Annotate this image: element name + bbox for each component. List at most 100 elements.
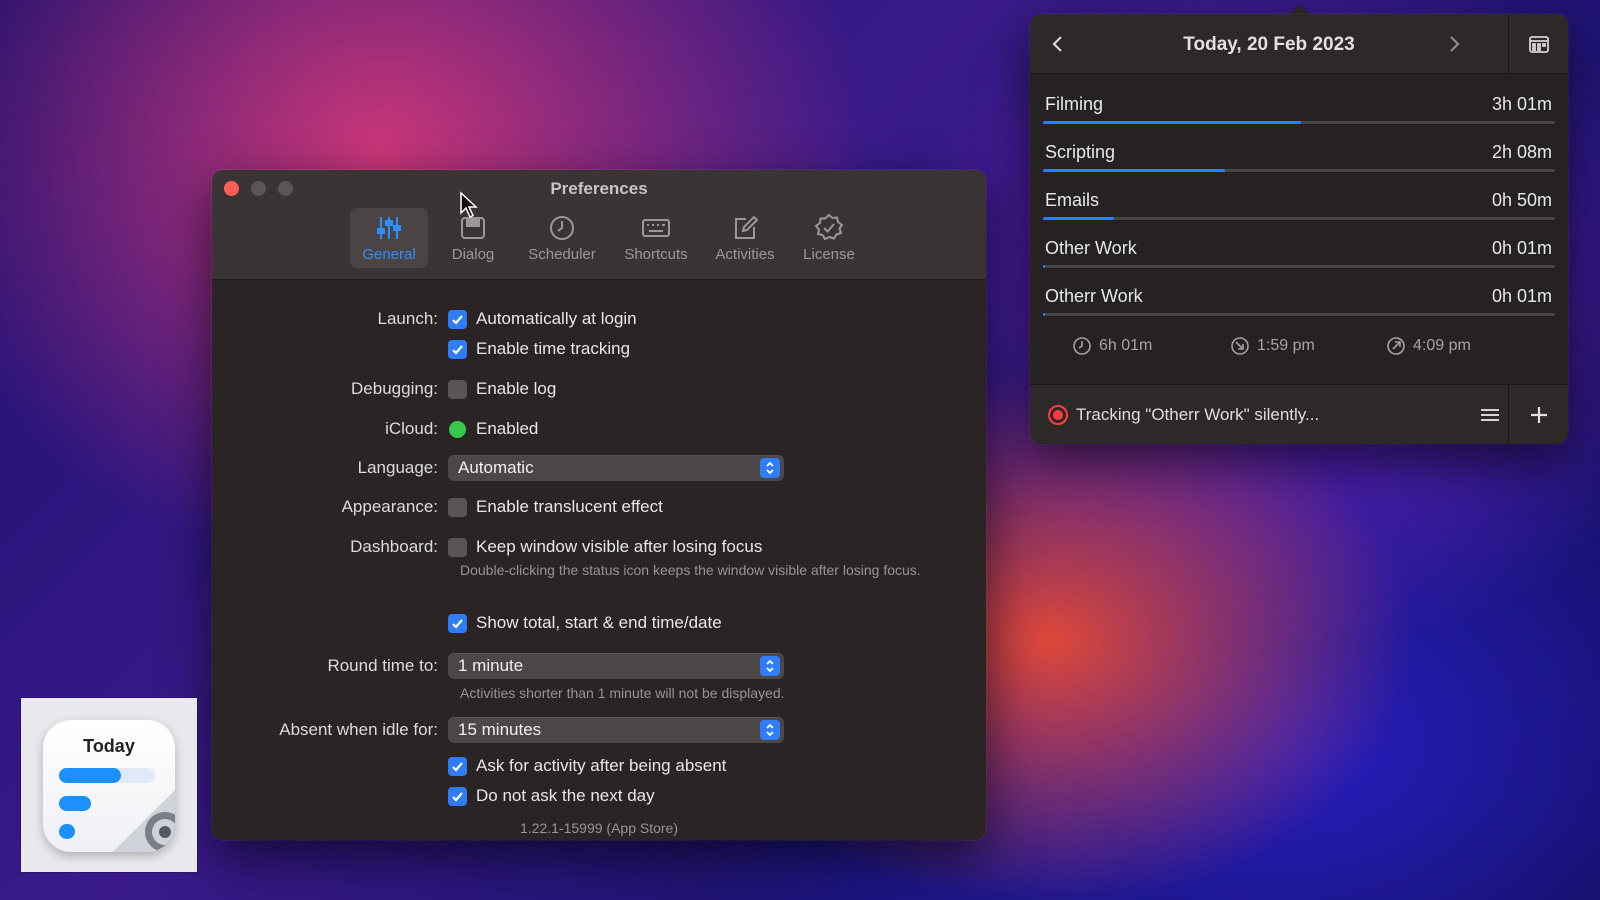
checkmark-icon xyxy=(448,756,467,776)
checkmark-icon xyxy=(448,339,467,359)
tab-scheduler[interactable]: Scheduler xyxy=(518,208,606,268)
round-time-hint: Activities shorter than 1 minute will no… xyxy=(460,685,785,701)
not-next-day-checkbox[interactable]: Do not ask the next day xyxy=(448,786,655,806)
time-tracking-checkbox[interactable]: Enable time tracking xyxy=(448,339,630,359)
activity-name: Scripting xyxy=(1045,142,1116,162)
icloud-label: iCloud: xyxy=(385,419,438,438)
translucent-checkbox[interactable]: Enable translucent effect xyxy=(448,497,663,517)
activity-name: Otherr Work xyxy=(1045,286,1143,306)
tab-general[interactable]: General xyxy=(350,208,428,268)
activity-duration: 0h 50m xyxy=(1491,190,1552,210)
activity-duration: 3h 01m xyxy=(1491,94,1552,114)
mouse-cursor-icon xyxy=(460,191,478,219)
end-time-text: 4:09 pm xyxy=(1413,337,1471,354)
activity-row[interactable]: Other Work 0h 01m xyxy=(1043,238,1555,268)
activity-progress-bar xyxy=(1043,121,1555,124)
today-app-icon: Today xyxy=(43,720,175,852)
activity-progress-fill xyxy=(1043,169,1226,172)
translucent-text: Enable translucent effect xyxy=(476,497,663,516)
total-time-text: 6h 01m xyxy=(1099,337,1153,354)
absent-idle-select[interactable]: 15 minutes xyxy=(448,717,784,743)
activity-progress-fill xyxy=(1043,313,1045,316)
auto-login-checkbox[interactable]: Automatically at login xyxy=(448,309,637,329)
clock-icon xyxy=(1073,337,1091,355)
tab-activities[interactable]: Activities xyxy=(706,208,784,268)
date-title: Today, 20 Feb 2023 xyxy=(1183,34,1355,55)
activity-row[interactable]: Emails 0h 50m xyxy=(1043,190,1555,220)
icloud-status-text: Enabled xyxy=(476,419,539,438)
gear-icon xyxy=(113,790,175,852)
absent-idle-value: 15 minutes xyxy=(458,720,542,739)
plus-icon xyxy=(1530,407,1547,423)
launch-label: Launch: xyxy=(377,309,439,328)
activity-progress-fill xyxy=(1043,121,1301,124)
activity-progress-fill xyxy=(1043,265,1045,268)
chevron-right-icon xyxy=(1450,36,1460,52)
tab-license[interactable]: License xyxy=(790,208,868,268)
sliders-icon xyxy=(377,217,401,239)
time-tracking-text: Enable time tracking xyxy=(476,339,631,358)
end-time: 4:09 pm xyxy=(1386,336,1471,356)
ask-after-absent-text: Ask for activity after being absent xyxy=(476,756,727,775)
checkmark-icon xyxy=(448,786,467,806)
activity-row[interactable]: Scripting 2h 08m xyxy=(1043,142,1555,172)
next-day-button[interactable] xyxy=(1444,32,1466,56)
preferences-window: Preferences General Dialog Scheduler Sho… xyxy=(212,170,986,840)
appearance-label: Appearance: xyxy=(341,497,438,516)
show-total-text: Show total, start & end time/date xyxy=(476,613,722,632)
version-text: 1.22.1-15999 (App Store) xyxy=(520,820,678,836)
start-arrow-icon xyxy=(1231,337,1249,355)
status-dot-icon xyxy=(449,420,466,438)
activity-progress-bar xyxy=(1043,313,1555,316)
end-arrow-icon xyxy=(1387,337,1405,355)
ask-after-absent-checkbox[interactable]: Ask for activity after being absent xyxy=(448,756,726,776)
show-total-checkbox[interactable]: Show total, start & end time/date xyxy=(448,613,722,633)
tab-shortcuts-label: Shortcuts xyxy=(624,246,688,263)
dashboard-footer: Tracking "Otherr Work" silently... xyxy=(1030,384,1568,444)
absent-idle-label: Absent when idle for: xyxy=(279,720,438,739)
language-value: Automatic xyxy=(458,458,534,477)
tab-scheduler-label: Scheduler xyxy=(528,246,596,263)
menu-button[interactable] xyxy=(1478,403,1502,427)
tab-activities-label: Activities xyxy=(715,246,775,263)
activity-progress-fill xyxy=(1043,217,1115,220)
start-time-text: 1:59 pm xyxy=(1257,337,1315,354)
checkmark-icon xyxy=(448,613,467,633)
tab-shortcuts[interactable]: Shortcuts xyxy=(612,208,700,268)
icloud-status: Enabled xyxy=(448,419,538,439)
keep-visible-checkbox[interactable]: Keep window visible after losing focus xyxy=(448,537,762,557)
hamburger-menu-icon xyxy=(1481,409,1499,421)
dashboard-header: Today, 20 Feb 2023 xyxy=(1030,14,1568,74)
total-time: 6h 01m xyxy=(1072,336,1152,356)
dashboard-label: Dashboard: xyxy=(350,537,438,556)
preferences-toolbar: Preferences General Dialog Scheduler Sho… xyxy=(212,170,986,280)
dashboard-hint: Double-clicking the status icon keeps th… xyxy=(460,562,921,578)
round-time-label: Round time to: xyxy=(327,656,438,675)
activity-row[interactable]: Filming 3h 01m xyxy=(1043,94,1555,124)
activity-name: Other Work xyxy=(1045,238,1137,258)
round-time-select[interactable]: 1 minute xyxy=(448,653,784,679)
tab-general-label: General xyxy=(362,246,416,263)
tab-dialog-label: Dialog xyxy=(451,246,495,263)
debugging-label: Debugging: xyxy=(351,379,438,398)
activity-progress-bar xyxy=(1043,265,1555,268)
updown-chevron-icon xyxy=(760,458,780,478)
auto-login-text: Automatically at login xyxy=(476,309,637,328)
tab-license-label: License xyxy=(803,246,855,263)
add-activity-button[interactable] xyxy=(1508,385,1568,444)
enable-log-checkbox[interactable]: Enable log xyxy=(448,379,556,399)
activity-row[interactable]: Otherr Work 0h 01m xyxy=(1043,286,1555,316)
dashboard-popover: Today, 20 Feb 2023 Filming 3h 01m Scriptin… xyxy=(1030,14,1568,444)
record-icon[interactable] xyxy=(1048,405,1068,425)
app-icon-tile[interactable]: Today xyxy=(21,698,197,872)
activity-duration: 0h 01m xyxy=(1491,286,1552,306)
round-time-value: 1 minute xyxy=(458,656,524,675)
enable-log-text: Enable log xyxy=(476,379,557,398)
updown-chevron-icon xyxy=(760,656,780,676)
calendar-button[interactable] xyxy=(1508,14,1568,74)
popover-arrow xyxy=(1290,4,1310,14)
window-title: Preferences xyxy=(550,179,648,198)
activity-name: Emails xyxy=(1045,190,1100,210)
language-select[interactable]: Automatic xyxy=(448,455,784,481)
tracking-status: Tracking "Otherr Work" silently... xyxy=(1076,405,1320,424)
